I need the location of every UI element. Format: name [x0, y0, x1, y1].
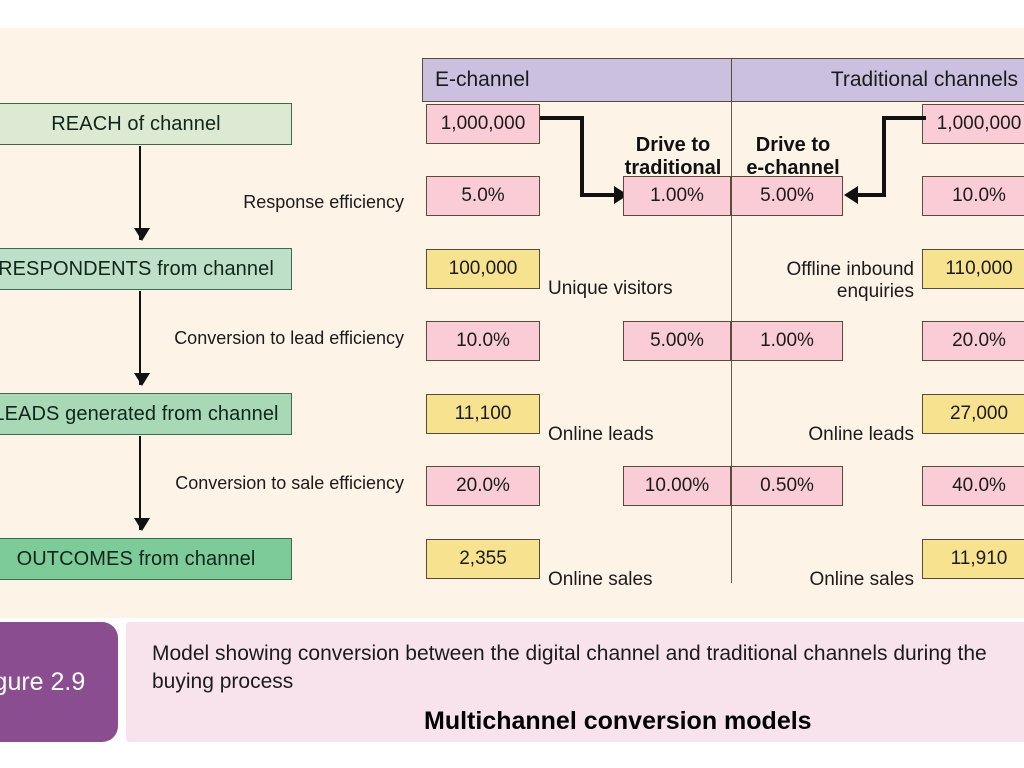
value-traditional-reach: 1,000,000 — [922, 104, 1024, 144]
funnel-stage-respondents-label: RESPONDENTS from channel — [0, 257, 274, 280]
value-traditional-outcomes: 11,910 — [922, 539, 1024, 579]
funnel-stage-reach-label: REACH of channel — [51, 112, 221, 135]
label-traditional-leads: Online leads — [808, 424, 914, 446]
efficiency-label-lead: Conversion to lead efficiency — [174, 328, 404, 348]
value-cross-drive-e-channel-response: 5.00% — [731, 176, 843, 216]
header-traditional-channels: Traditional channels — [731, 58, 1024, 102]
label-e-channel-respondents: Unique visitors — [548, 278, 673, 300]
value-e-channel-reach: 1,000,000 — [426, 104, 540, 144]
efficiency-label-response: Response efficiency — [243, 192, 404, 212]
value-traditional-response-efficiency: 10.0% — [922, 176, 1024, 216]
value-e-channel-response-efficiency: 5.0% — [426, 176, 540, 216]
label-e-channel-outcomes: Online sales — [548, 569, 653, 591]
funnel-stage-leads: LEADS generated from channel — [0, 393, 292, 435]
slide-title: Multichannel conversion models — [424, 707, 812, 735]
label-traditional-respondents: Offline inbound enquiries — [786, 259, 914, 302]
value-e-channel-leads: 11,100 — [426, 394, 540, 434]
caption-drive-to-e-channel: Drive to e-channel — [746, 134, 840, 179]
arrow-leads-to-outcomes — [133, 436, 150, 531]
header-traditional-label: Traditional channels — [830, 68, 1018, 91]
slide-canvas: REACH of channel Response efficiency RES… — [0, 0, 1024, 768]
funnel-stage-respondents: RESPONDENTS from channel — [0, 248, 292, 290]
label-e-channel-leads: Online leads — [548, 424, 654, 446]
header-e-channel-label: E-channel — [435, 68, 530, 91]
figure-caption-line-1: Model showing conversion between the dig… — [152, 642, 987, 665]
value-cross-drive-traditional-lead: 5.00% — [623, 321, 731, 361]
value-cross-drive-traditional-response: 1.00% — [623, 176, 731, 216]
value-cross-drive-e-channel-sale: 0.50% — [731, 466, 843, 506]
arrow-e-channel-to-traditional — [540, 116, 630, 204]
funnel-stage-outcomes-label: OUTCOMES from channel — [16, 547, 256, 570]
funnel-stage-outcomes: OUTCOMES from channel — [0, 538, 292, 580]
arrow-traditional-to-e-channel — [840, 116, 926, 204]
value-traditional-respondents: 110,000 — [922, 249, 1024, 289]
value-e-channel-lead-efficiency: 10.0% — [426, 321, 540, 361]
figure-number-label: Figure 2.9 — [0, 667, 86, 696]
header-e-channel: E-channel — [422, 58, 732, 102]
figure-number-badge: Figure 2.9 — [0, 622, 118, 742]
value-traditional-lead-efficiency: 20.0% — [922, 321, 1024, 361]
efficiency-label-sale: Conversion to sale efficiency — [175, 473, 404, 493]
value-cross-drive-traditional-sale: 10.00% — [623, 466, 731, 506]
funnel-stage-leads-label: LEADS generated from channel — [0, 402, 279, 425]
value-e-channel-sale-efficiency: 20.0% — [426, 466, 540, 506]
figure-caption-line-2: buying process — [152, 670, 294, 694]
caption-drive-to-traditional: Drive to traditional — [624, 134, 722, 179]
label-traditional-outcomes: Online sales — [809, 569, 914, 591]
value-e-channel-respondents: 100,000 — [426, 249, 540, 289]
value-cross-drive-e-channel-lead: 1.00% — [731, 321, 843, 361]
value-e-channel-outcomes: 2,355 — [426, 539, 540, 579]
value-traditional-sale-efficiency: 40.0% — [922, 466, 1024, 506]
arrow-reach-to-respondents — [133, 146, 150, 241]
funnel-stage-reach: REACH of channel — [0, 103, 292, 145]
value-traditional-leads: 27,000 — [922, 394, 1024, 434]
arrow-respondents-to-leads — [133, 291, 150, 386]
